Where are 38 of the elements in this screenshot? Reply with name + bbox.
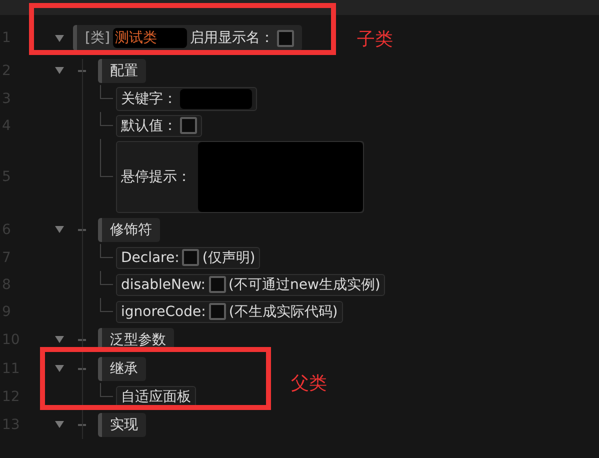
collapse-arrow-icon[interactable] — [55, 336, 64, 343]
tree-connector — [100, 112, 113, 126]
annotation-label: 父类 — [291, 372, 327, 395]
collapse-arrow-icon[interactable] — [55, 67, 64, 74]
field-note: (不生成实际代码) — [228, 302, 338, 320]
tree-connector — [100, 271, 113, 285]
group-header[interactable]: 修饰符 — [98, 218, 160, 242]
group-header[interactable]: 配置 — [98, 58, 146, 82]
type-tag: [类] — [85, 29, 110, 47]
tree-connector — [100, 85, 113, 99]
field-label: Declare: — [121, 250, 180, 266]
field-label: 启用显示名： — [190, 29, 274, 47]
collapse-arrow-icon[interactable] — [55, 226, 64, 233]
group-header[interactable]: 实现 — [98, 412, 146, 436]
tree-connector — [100, 139, 113, 177]
input-field[interactable] — [180, 88, 252, 108]
field-label: ignoreCode: — [121, 304, 206, 320]
checkbox[interactable] — [208, 276, 226, 293]
tree-connector — [100, 298, 113, 312]
list-item[interactable]: 自适应面板 — [116, 386, 196, 408]
field-label: 默认值： — [121, 116, 177, 134]
checkbox[interactable] — [276, 30, 294, 46]
checkbox[interactable] — [182, 249, 200, 266]
field-label: 关键字： — [121, 90, 177, 108]
collapse-arrow-icon[interactable] — [55, 34, 64, 42]
collapse-arrow-icon[interactable] — [55, 365, 64, 372]
tree-connector — [100, 383, 113, 397]
collapse-arrow-icon[interactable] — [55, 421, 64, 428]
field-label: 悬停提示： — [120, 168, 192, 186]
name-field[interactable]: 测试类 — [112, 28, 187, 48]
annotation-label: 子类 — [357, 28, 393, 51]
field-label: disableNew: — [121, 276, 206, 292]
group-header[interactable]: 继承 — [98, 356, 146, 380]
checkbox[interactable] — [208, 303, 226, 320]
tree-connector — [100, 244, 113, 258]
checkbox[interactable] — [180, 117, 197, 134]
field-note: (仅声明) — [202, 248, 256, 266]
field-note: (不可通过new生成实例) — [228, 276, 380, 294]
